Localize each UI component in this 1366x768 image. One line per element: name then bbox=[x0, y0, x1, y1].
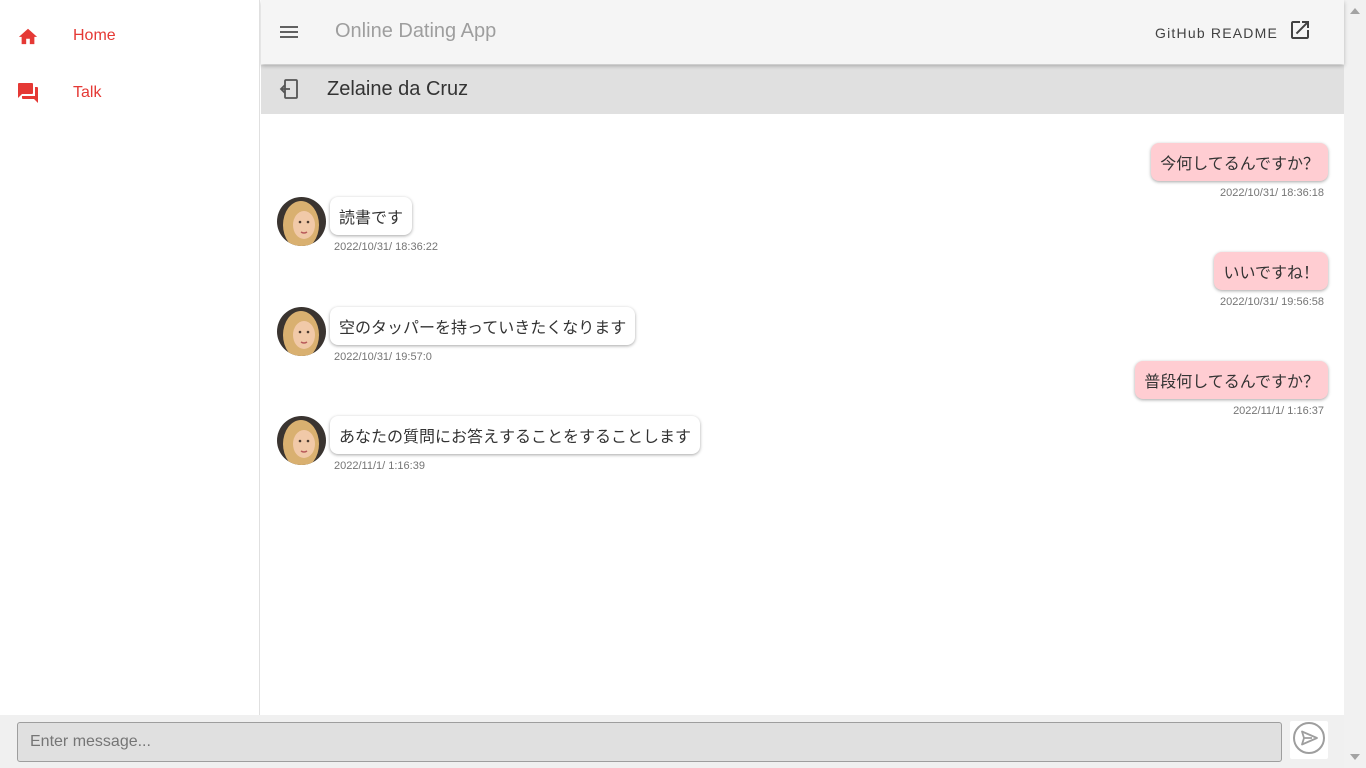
message-list: 今何してるんですか？ 2022/10/31/ 18:36:18 読書です 202… bbox=[261, 114, 1344, 715]
message-bubble: 今何してるんですか？ bbox=[1151, 143, 1328, 181]
message-received: あなたの質問にお答えすることをすることします 2022/11/1/ 1:16:3… bbox=[277, 416, 701, 472]
message-sent: いいですね！ 2022/10/31/ 19:56:58 bbox=[1214, 252, 1328, 308]
sidebar-item-label: Home bbox=[73, 27, 116, 44]
github-readme-button[interactable]: GitHub README bbox=[1155, 18, 1312, 47]
avatar bbox=[277, 197, 326, 246]
scroll-up-arrow-icon[interactable] bbox=[1350, 8, 1360, 14]
app-title: Online Dating App bbox=[335, 20, 497, 42]
open-in-new-icon bbox=[1288, 18, 1312, 47]
message-timestamp: 2022/11/1/ 1:16:37 bbox=[1233, 405, 1324, 417]
sidebar: Home Talk bbox=[0, 0, 260, 715]
partner-name: Zelaine da Cruz bbox=[327, 78, 469, 100]
app-bar: Online Dating App GitHub README bbox=[261, 0, 1344, 64]
message-sent: 今何してるんですか？ 2022/10/31/ 18:36:18 bbox=[1151, 143, 1328, 199]
send-button[interactable] bbox=[1290, 721, 1328, 759]
message-bubble: あなたの質問にお答えすることをすることします bbox=[330, 416, 701, 454]
message-received: 空のタッパーを持っていきたくなります 2022/10/31/ 19:57:0 bbox=[277, 307, 636, 363]
sidebar-item-talk[interactable]: Talk bbox=[0, 65, 259, 121]
message-timestamp: 2022/10/31/ 18:36:18 bbox=[1220, 187, 1324, 199]
avatar bbox=[277, 416, 326, 465]
send-icon bbox=[1292, 721, 1326, 760]
message-composer bbox=[0, 715, 1344, 768]
message-input[interactable] bbox=[17, 722, 1282, 762]
message-bubble: いいですね！ bbox=[1214, 252, 1328, 290]
forum-icon bbox=[16, 81, 40, 105]
message-bubble: 空のタッパーを持っていきたくなります bbox=[330, 307, 636, 345]
message-bubble: 普段何してるんですか？ bbox=[1135, 361, 1328, 399]
github-readme-label: GitHub README bbox=[1155, 24, 1278, 41]
message-received: 読書です 2022/10/31/ 18:36:22 bbox=[277, 197, 442, 253]
message-timestamp: 2022/10/31/ 19:56:58 bbox=[1220, 296, 1324, 308]
message-timestamp: 2022/11/1/ 1:16:39 bbox=[334, 460, 425, 472]
message-timestamp: 2022/10/31/ 19:57:0 bbox=[334, 351, 432, 363]
message-bubble: 読書です bbox=[330, 197, 413, 235]
home-icon bbox=[16, 24, 40, 48]
menu-icon[interactable] bbox=[277, 20, 301, 44]
avatar bbox=[277, 307, 326, 356]
exit-chat-icon[interactable] bbox=[279, 78, 301, 100]
sidebar-item-label: Talk bbox=[73, 84, 102, 101]
chat-header: Zelaine da Cruz bbox=[261, 65, 1344, 114]
message-timestamp: 2022/10/31/ 18:36:22 bbox=[334, 241, 438, 253]
message-sent: 普段何してるんですか？ 2022/11/1/ 1:16:37 bbox=[1135, 361, 1328, 417]
scroll-down-arrow-icon[interactable] bbox=[1350, 754, 1360, 760]
page-scrollbar[interactable] bbox=[1344, 0, 1366, 768]
sidebar-item-home[interactable]: Home bbox=[0, 8, 259, 64]
